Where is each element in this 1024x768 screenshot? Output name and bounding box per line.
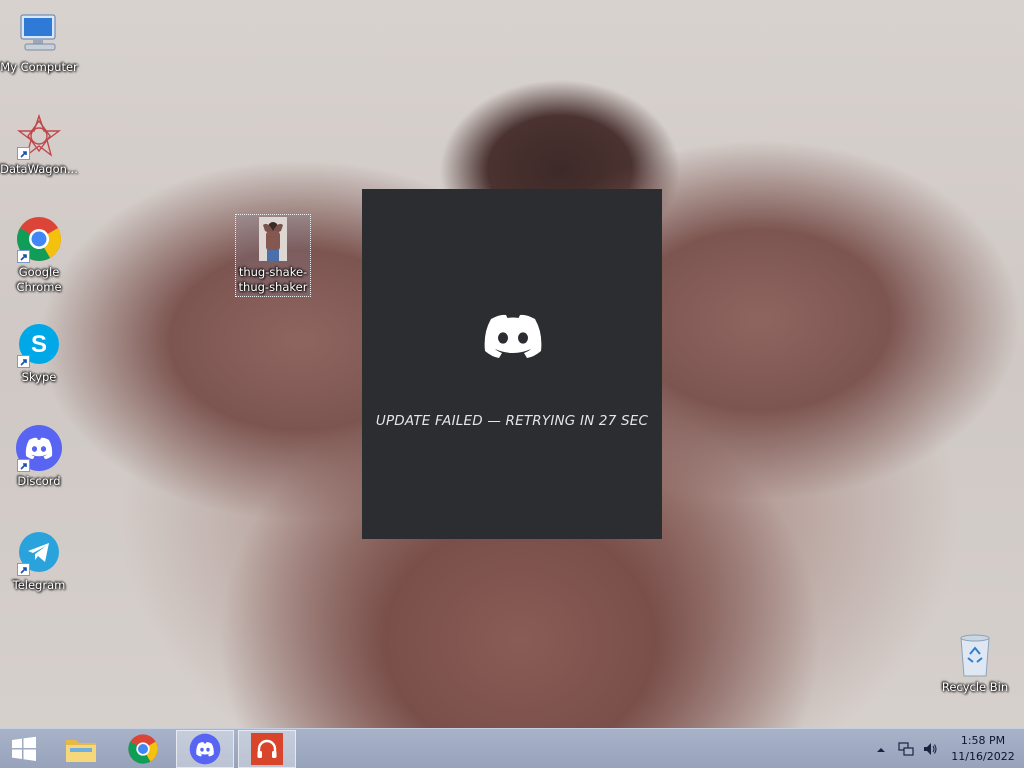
clock-date: 11/16/2022 [951,750,1015,763]
clock-time: 1:58 PM [960,734,1006,747]
taskbar-headphones-app[interactable] [238,730,296,768]
desktop-icon-label: Recycle Bin [941,680,1009,694]
desktop-icon-label: Discord [17,474,61,488]
start-button[interactable] [0,730,48,768]
taskbar-discord[interactable] [176,730,234,768]
desktop-icon-discord[interactable]: Discord [0,424,78,489]
discord-icon [15,424,63,472]
network-icon[interactable] [898,741,914,762]
desktop-icon-telegram[interactable]: Telegram [0,528,78,593]
desktop-icon-label: Telegram [12,578,66,592]
desktop-icon-thug-shake-file[interactable]: thug-shake-thug-shaker [235,214,311,297]
datawagon-icon [15,112,63,160]
shortcut-arrow-icon [17,459,30,472]
taskbar-chrome[interactable] [114,730,172,768]
taskbar: 1:58 PM 11/16/2022 [0,728,1024,768]
file-explorer-icon [66,740,96,762]
computer-icon [15,10,63,58]
desktop-icon-label: DataWagon... [0,162,78,176]
svg-text:S: S [31,331,47,358]
recycle-bin-icon [951,630,999,678]
headphones-app-icon [251,733,283,765]
chrome-icon [128,734,158,764]
discord-icon [189,733,221,765]
shortcut-arrow-icon [17,147,30,160]
desktop-icon-datawagon[interactable]: DataWagon... [0,112,78,177]
desktop-icon-label: thug-shake-thug-shaker [238,265,308,294]
shortcut-arrow-icon [17,250,30,263]
desktop-icon-skype[interactable]: S Skype [0,320,78,385]
telegram-icon [15,528,63,576]
taskbar-clock[interactable]: 1:58 PM 11/16/2022 [948,733,1018,765]
desktop-icon-label: My Computer [0,60,78,74]
discord-logo-icon [478,311,548,370]
skype-icon: S [15,320,63,368]
update-status-text: UPDATE FAILED — RETRYING IN 27 SEC [375,413,649,429]
shortcut-arrow-icon [17,563,30,576]
desktop-icon-label: Skype [21,370,57,384]
image-file-thumbnail-icon [249,215,297,263]
discord-updater-window: UPDATE FAILED — RETRYING IN 27 SEC [362,189,662,539]
shortcut-arrow-icon [17,355,30,368]
volume-icon[interactable] [922,741,938,762]
show-hidden-icons-chevron-up-icon[interactable] [876,742,886,760]
chrome-icon [15,215,63,263]
windows-logo-icon [12,736,36,761]
taskbar-file-explorer[interactable] [52,730,110,768]
desktop-icon-my-computer[interactable]: My Computer [0,10,78,75]
desktop-icon-recycle-bin[interactable]: Recycle Bin [936,630,1014,695]
desktop-icon-label: Google Chrome [16,265,62,294]
desktop-icon-google-chrome[interactable]: Google Chrome [0,215,78,295]
